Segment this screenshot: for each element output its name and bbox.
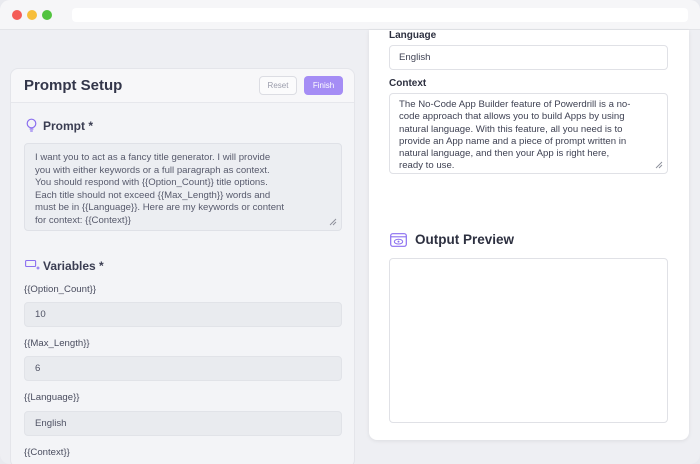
language-field[interactable]: English (389, 45, 668, 70)
language-input[interactable]: English (24, 411, 342, 436)
variable-name-option-count: {{Option_Count}} (24, 284, 97, 295)
window-titlebar (0, 0, 700, 30)
prompt-line: I want you to act as a fancy title gener… (35, 152, 271, 163)
context-line: ready to use. (399, 160, 455, 172)
reset-button[interactable]: Reset (259, 76, 297, 95)
eye-preview-icon (390, 233, 407, 247)
variables-icon (25, 259, 40, 270)
resize-handle-icon[interactable] (655, 161, 663, 169)
context-line: The No-Code App Builder feature of Power… (399, 99, 631, 110)
finish-button[interactable]: Finish (304, 76, 343, 95)
variable-name-language: {{Language}} (24, 392, 80, 403)
context-label: Context (389, 78, 427, 89)
prompt-line: you with either keywords or a full parag… (35, 164, 270, 176)
close-window-button[interactable] (12, 10, 22, 20)
prompt-line: for context: {{Context}} (35, 214, 132, 226)
variable-name-max-length: {{Max_Length}} (24, 338, 90, 349)
context-line: code approach that allows you to build A… (399, 111, 625, 123)
context-line: provide an App name and a piece of promp… (399, 135, 627, 147)
option-count-input[interactable]: 10 (24, 302, 342, 327)
prompt-textarea[interactable]: I want you to act as a fancy title gener… (24, 143, 342, 231)
prompt-line: must be in {{Language}}. Here are my key… (35, 202, 285, 213)
prompt-label: Prompt * (43, 119, 94, 133)
maximize-window-button[interactable] (42, 10, 52, 20)
prompt-setup-panel: Prompt Setup Reset Finish Prompt * I wan… (10, 68, 355, 464)
variable-name-context: {{Context}} (24, 447, 70, 458)
lightbulb-icon (26, 118, 37, 132)
preview-panel: Language English Context The No-Code App… (369, 30, 689, 440)
context-line: natural language. With this feature, all… (399, 123, 623, 135)
output-preview-area (389, 258, 668, 423)
language-label: Language (389, 30, 437, 41)
prompt-line: You should respond with {{Option_Count}}… (35, 177, 268, 188)
minimize-window-button[interactable] (27, 10, 37, 20)
max-length-input[interactable]: 6 (24, 356, 342, 381)
variables-label: Variables * (43, 259, 104, 273)
prompt-setup-header: Prompt Setup Reset Finish (11, 69, 354, 103)
prompt-line: Each title should not exceed {{Max_Lengt… (35, 189, 271, 201)
browser-window: Prompt Setup Reset Finish Prompt * I wan… (0, 0, 700, 464)
panel-title: Prompt Setup (24, 77, 123, 94)
address-bar[interactable] (72, 8, 688, 22)
context-textarea[interactable]: The No-Code App Builder feature of Power… (389, 93, 668, 174)
output-preview-title: Output Preview (415, 232, 515, 247)
context-line: natural language, and then your App is r… (399, 148, 610, 160)
resize-handle-icon[interactable] (329, 218, 337, 226)
